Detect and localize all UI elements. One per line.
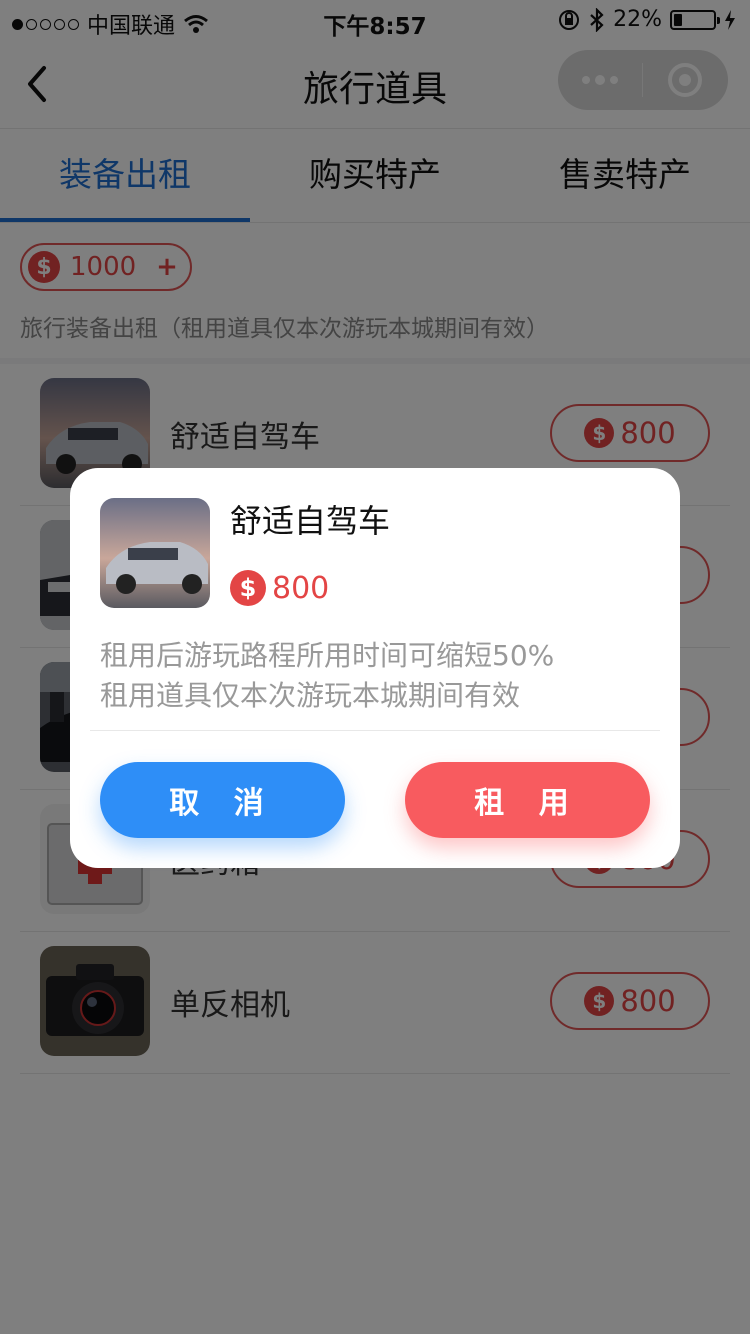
coin-icon: $ — [230, 570, 266, 606]
dialog-desc-line: 租用后游玩路程所用时间可缩短50% — [100, 639, 555, 672]
rent-confirm-dialog: 舒适自驾车 $ 800 租用后游玩路程所用时间可缩短50% 租用道具仅本次游玩本… — [70, 468, 680, 868]
rent-button[interactable]: 租 用 — [405, 762, 650, 838]
dialog-price: $ 800 — [230, 570, 329, 606]
cancel-button[interactable]: 取 消 — [100, 762, 345, 838]
car-thumbnail — [100, 498, 210, 608]
dialog-description: 租用后游玩路程所用时间可缩短50% 租用道具仅本次游玩本城期间有效 — [100, 636, 660, 716]
dialog-price-value: 800 — [272, 570, 330, 606]
dialog-desc-line: 租用道具仅本次游玩本城期间有效 — [100, 679, 521, 712]
dialog-divider — [90, 730, 660, 731]
dialog-item-title: 舒适自驾车 — [230, 502, 391, 540]
